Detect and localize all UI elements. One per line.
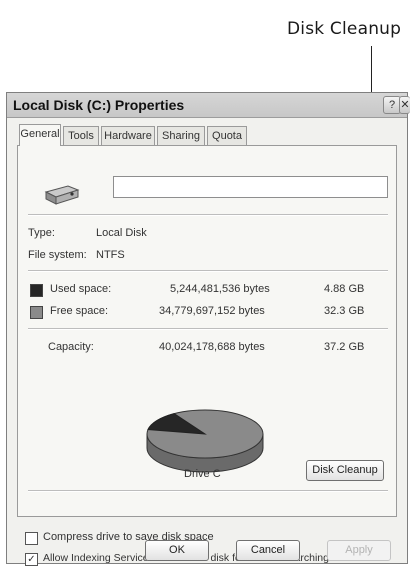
free-space-size: 32.3 GB <box>324 305 365 317</box>
separator <box>28 270 388 272</box>
type-value: Local Disk <box>96 227 147 239</box>
separator <box>28 490 388 492</box>
dialog-title: Local Disk (C:) Properties <box>13 97 185 113</box>
tab-general[interactable]: General <box>19 124 61 146</box>
free-space-swatch <box>30 306 43 319</box>
used-space-swatch <box>30 284 43 297</box>
used-space-size: 4.88 GB <box>324 283 365 295</box>
drive-label: Drive C <box>184 468 221 480</box>
capacity-bytes: 40,024,178,688 bytes <box>159 341 265 353</box>
hard-drive-icon <box>44 185 80 205</box>
type-label: Type: <box>28 227 55 239</box>
properties-dialog: Local Disk (C:) Properties ? ✕ General T… <box>6 92 410 566</box>
used-space-bytes: 5,244,481,536 bytes <box>170 283 270 295</box>
tab-tools[interactable]: Tools <box>63 126 99 145</box>
compress-checkbox[interactable] <box>25 532 38 545</box>
capacity-label: Capacity: <box>48 341 94 353</box>
close-button[interactable]: ✕ <box>399 96 410 114</box>
general-tab-panel: Type: Local Disk File system: NTFS Used … <box>17 145 397 517</box>
tab-hardware[interactable]: Hardware <box>101 126 155 145</box>
callout-label: Disk Cleanup <box>287 19 402 39</box>
title-bar[interactable]: Local Disk (C:) Properties ? ✕ <box>7 93 410 118</box>
file-system-value: NTFS <box>96 249 125 261</box>
apply-button: Apply <box>327 540 391 561</box>
ok-button[interactable]: OK <box>145 540 209 561</box>
tab-sharing[interactable]: Sharing <box>157 126 205 145</box>
free-space-label: Free space: <box>50 305 109 317</box>
tab-quota[interactable]: Quota <box>207 126 247 145</box>
used-space-label: Used space: <box>50 283 112 295</box>
indexing-checkbox[interactable]: ✓ <box>25 553 38 566</box>
separator <box>28 328 388 330</box>
disk-cleanup-button[interactable]: Disk Cleanup <box>306 460 384 481</box>
capacity-size: 37.2 GB <box>324 341 365 353</box>
free-space-bytes: 34,779,697,152 bytes <box>159 305 265 317</box>
volume-name-input[interactable] <box>113 176 388 198</box>
file-system-label: File system: <box>28 249 87 261</box>
separator <box>28 214 388 216</box>
cancel-button[interactable]: Cancel <box>236 540 300 561</box>
